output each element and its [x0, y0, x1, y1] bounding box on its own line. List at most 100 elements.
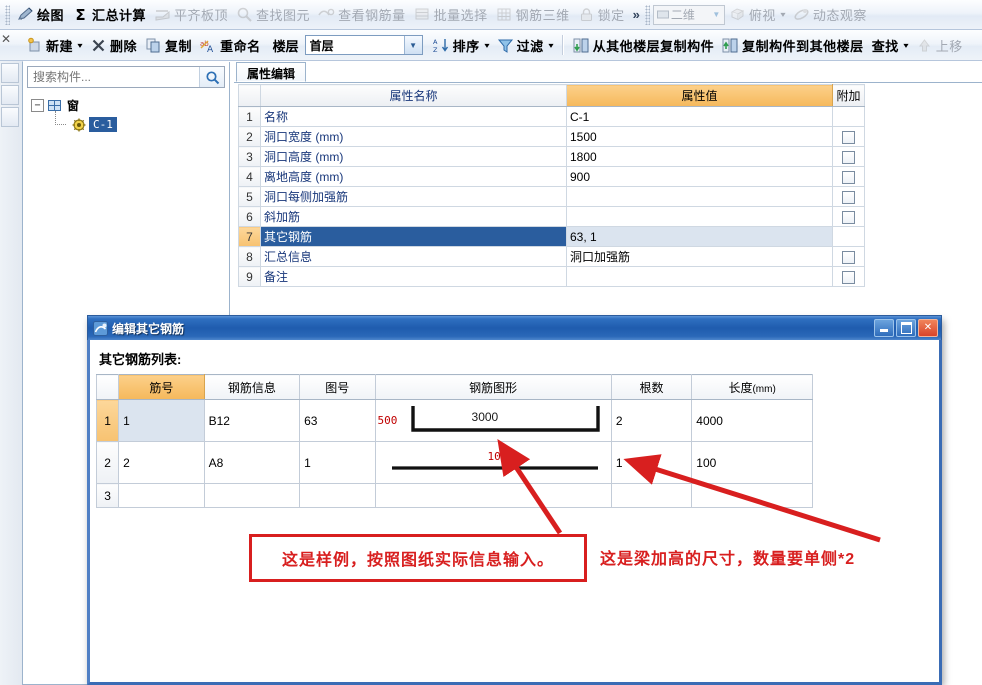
- svg-text:A: A: [433, 38, 438, 46]
- toolbar-button-rebar-3d[interactable]: 钢筋三维: [492, 3, 574, 27]
- property-row[interactable]: 1 名称 C-1: [238, 106, 865, 127]
- toolbar-button-copy-from-other-floor[interactable]: 从其他楼层复制构件: [569, 33, 719, 57]
- toolbar-button-copy-to-other-floor[interactable]: 复制构件到其他楼层: [718, 33, 868, 57]
- property-row-value[interactable]: [566, 206, 833, 227]
- rebar-row-count[interactable]: [610, 483, 693, 508]
- view-mode-dropdown-arrow[interactable]: ▼: [709, 6, 724, 24]
- property-row[interactable]: 5 洞口每侧加强筋: [238, 186, 865, 207]
- search-input[interactable]: [28, 67, 199, 87]
- rebar-row[interactable]: 3: [95, 483, 813, 508]
- toolbar-gripper-2[interactable]: [644, 4, 650, 25]
- toolbar-button-new[interactable]: 新建 ▾: [22, 33, 86, 57]
- toolbar-button-rename[interactable]: ab A 重命名: [196, 33, 265, 57]
- app-window-icon: [93, 320, 108, 336]
- toolbar-button-delete[interactable]: 删除: [86, 33, 141, 57]
- toolbar-button-find[interactable]: 查找 ▾: [868, 33, 912, 57]
- toolbar-button-batch-select[interactable]: 批量选择: [410, 3, 492, 27]
- view-mode-combo[interactable]: 二维 ▼: [652, 4, 725, 25]
- new-caret-icon[interactable]: ▾: [77, 41, 82, 50]
- rebar-row-shape[interactable]: 100: [374, 441, 612, 484]
- find-caret-icon[interactable]: ▾: [903, 41, 908, 50]
- toolbar-button-view-rebar-qty[interactable]: 查看钢筋量: [314, 3, 410, 27]
- toolbar-button-draw[interactable]: 绘图: [13, 3, 68, 27]
- toolbar-button-copy[interactable]: 复制: [141, 33, 196, 57]
- toolbar-overflow-button[interactable]: »: [629, 7, 644, 22]
- close-icon[interactable]: ✕: [918, 319, 938, 337]
- rebar-row-count[interactable]: 2: [610, 399, 693, 442]
- component-toolbar: ✕ 新建 ▾ 删除 复制 A 重命名 楼层 首层 ▼ A Z 排序 ▾ 过滤 ▾…: [0, 30, 982, 61]
- property-header-value: 属性值: [566, 84, 833, 107]
- floor-selector-combo[interactable]: 首层 ▼: [304, 35, 423, 55]
- toolbar-button-top-view[interactable]: 俯视 ▾: [725, 3, 789, 27]
- property-row[interactable]: 3 洞口高度 (mm) 1800: [238, 146, 865, 167]
- rebar-row[interactable]: 2 2 A8 1 100 1 100: [95, 441, 813, 484]
- rebar-row-info[interactable]: B12: [203, 399, 301, 442]
- attach-checkbox[interactable]: [842, 250, 855, 264]
- maximize-icon[interactable]: [896, 319, 916, 337]
- toolbar-button-dynamic-observe[interactable]: 动态观察: [789, 3, 871, 27]
- rebar-row[interactable]: 1 1 B12 63 500 3000 2 4000: [95, 399, 813, 442]
- rebar-row-length[interactable]: 4000: [691, 399, 813, 442]
- sort-caret-icon[interactable]: ▾: [484, 41, 489, 50]
- property-row-value[interactable]: 63, 1: [566, 226, 833, 247]
- attach-checkbox[interactable]: [842, 190, 855, 204]
- property-row[interactable]: 7 其它钢筋 63, 1: [238, 226, 865, 247]
- panel-close-icon[interactable]: ✕: [1, 32, 11, 46]
- rebar-row-shape[interactable]: [374, 483, 612, 508]
- rebar-row-length[interactable]: 100: [691, 441, 813, 484]
- rebar-row-count[interactable]: 1: [610, 441, 693, 484]
- rebar-row-info[interactable]: A8: [203, 441, 301, 484]
- rebar-row-info[interactable]: [203, 483, 301, 508]
- filter-caret-icon[interactable]: ▾: [548, 41, 553, 50]
- property-row-value[interactable]: [566, 186, 833, 207]
- tree-node-c1[interactable]: C-1: [53, 111, 225, 134]
- attach-checkbox[interactable]: [842, 170, 855, 184]
- property-row-value[interactable]: [566, 266, 833, 287]
- property-row-value[interactable]: 1500: [566, 126, 833, 147]
- attach-checkbox[interactable]: [842, 270, 855, 284]
- rebar-row-no[interactable]: 2: [118, 441, 205, 484]
- floor-selector-dropdown-arrow[interactable]: ▼: [403, 36, 422, 54]
- left-strip-button-1[interactable]: [1, 63, 19, 83]
- property-row-attach-cell: [832, 186, 865, 207]
- property-row-value[interactable]: C-1: [566, 106, 833, 127]
- property-row-value[interactable]: 洞口加强筋: [566, 246, 833, 267]
- attach-checkbox[interactable]: [842, 210, 855, 224]
- search-row[interactable]: [27, 66, 225, 88]
- search-icon[interactable]: [199, 67, 224, 87]
- tree-node-window[interactable]: − 窗: [31, 96, 225, 115]
- svg-text:A: A: [207, 45, 214, 54]
- rebar-row-no[interactable]: 1: [118, 399, 205, 442]
- rebar-row-tu[interactable]: 63: [299, 399, 376, 442]
- property-row[interactable]: 4 离地高度 (mm) 900: [238, 166, 865, 187]
- top-view-caret-icon[interactable]: ▾: [780, 10, 785, 19]
- toolbar-button-filter[interactable]: 过滤 ▾: [493, 33, 557, 57]
- property-row[interactable]: 8 汇总信息 洞口加强筋: [238, 246, 865, 267]
- dialog-titlebar[interactable]: 编辑其它钢筋 ✕: [87, 315, 942, 340]
- rebar-row-shape[interactable]: 500 3000: [374, 399, 612, 442]
- left-strip-button-2[interactable]: [1, 85, 19, 105]
- property-row-attach-cell: [832, 246, 865, 267]
- property-row-value[interactable]: 1800: [566, 146, 833, 167]
- property-row-value[interactable]: 900: [566, 166, 833, 187]
- rebar-row-length[interactable]: [691, 483, 813, 508]
- property-row[interactable]: 2 洞口宽度 (mm) 1500: [238, 126, 865, 147]
- attach-checkbox[interactable]: [842, 130, 855, 144]
- tree-expander-icon[interactable]: −: [31, 99, 44, 112]
- toolbar-button-move-up[interactable]: 上移: [912, 33, 967, 57]
- rebar-row-no[interactable]: [118, 483, 205, 508]
- tab-property-editor[interactable]: 属性编辑: [236, 62, 307, 82]
- left-strip-button-3[interactable]: [1, 107, 19, 127]
- toolbar-button-summary-calc[interactable]: Σ 汇总计算: [68, 3, 150, 27]
- minimize-icon[interactable]: [874, 319, 894, 337]
- attach-checkbox[interactable]: [842, 150, 855, 164]
- toolbar-button-align-slab-top[interactable]: 平齐板顶: [150, 3, 232, 27]
- toolbar-button-sort[interactable]: A Z 排序 ▾: [429, 33, 493, 57]
- property-row[interactable]: 9 备注: [238, 266, 865, 287]
- property-row[interactable]: 6 斜加筋: [238, 206, 865, 227]
- toolbar-button-find-element[interactable]: 查找图元: [232, 3, 314, 27]
- rebar-row-tu[interactable]: 1: [299, 441, 376, 484]
- toolbar-button-lock[interactable]: 锁定: [574, 3, 629, 27]
- toolbar-gripper[interactable]: [5, 4, 10, 25]
- rebar-row-tu[interactable]: [299, 483, 376, 508]
